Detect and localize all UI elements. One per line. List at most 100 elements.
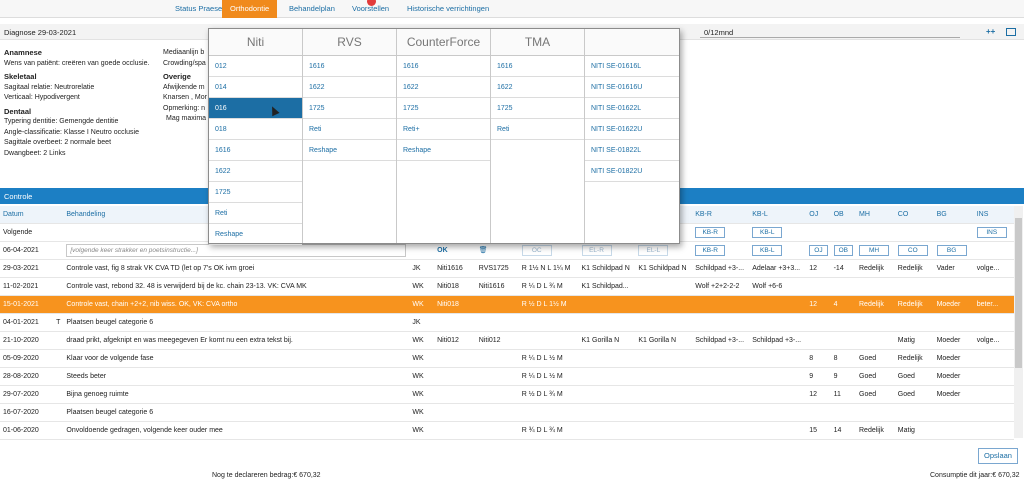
wire-option[interactable]: NITI SE-01822L xyxy=(585,140,679,161)
tab-behandelplan[interactable]: Behandelplan xyxy=(281,0,343,18)
tab-orthodontie[interactable]: Orthodontie xyxy=(222,0,278,18)
table-row[interactable]: 05-09-2020 Klaar voor de volgende fase WK R… xyxy=(0,349,1014,368)
cell-x1 xyxy=(692,403,750,422)
wire-option[interactable]: NITI SE-01616L xyxy=(585,56,679,77)
wire-option[interactable]: Reti xyxy=(491,119,584,140)
behandeling-input[interactable]: [volgende keer strakker en poetsinstruct… xyxy=(66,243,407,257)
wire-option[interactable]: NITI SE-01622L xyxy=(585,98,679,119)
wire-option[interactable]: 1725 xyxy=(303,98,396,119)
wire-column-header[interactable]: Niti xyxy=(209,29,302,56)
tab-historische-verrichtingen[interactable]: Historische verrichtingen xyxy=(399,0,497,18)
ob-chip[interactable]: OB xyxy=(833,244,853,256)
wire-option[interactable]: 1616 xyxy=(303,56,396,77)
wire-option[interactable]: 1725 xyxy=(491,98,584,119)
wire-option[interactable]: Reti xyxy=(303,119,396,140)
col-header[interactable]: OB xyxy=(830,206,856,224)
table-row[interactable]: 04-01-2021 T Plaatsen beugel categorie 6 JK xyxy=(0,313,1014,332)
wire-option[interactable]: 012 xyxy=(209,56,302,77)
wire-column-header[interactable]: CounterForce xyxy=(397,29,490,56)
table-scrollbar[interactable] xyxy=(1014,206,1023,438)
wire-option[interactable]: Reshape xyxy=(303,140,396,161)
wire-option[interactable]: Reti+ xyxy=(397,119,490,140)
wire-option[interactable]: 1616 xyxy=(397,56,490,77)
oj-chip[interactable]: OJ xyxy=(809,244,828,256)
cell-b1: Niti018 xyxy=(434,295,476,314)
wire-column-header[interactable]: RVS xyxy=(303,29,396,56)
window-icon[interactable] xyxy=(1006,28,1016,36)
kb-r-chip[interactable]: KB-R xyxy=(695,244,726,256)
col-header[interactable]: Datum xyxy=(0,206,54,224)
save-button[interactable]: Opslaan xyxy=(978,448,1018,464)
cell-date: 05-09-2020 xyxy=(0,349,54,368)
cell-b1 xyxy=(434,349,476,368)
wire-option[interactable]: Reti xyxy=(209,203,302,224)
cell-mh: Redelijk xyxy=(856,421,895,440)
cell-bg xyxy=(933,277,974,296)
table-row[interactable]: 21-10-2020 draad prikt, afgeknipt en was … xyxy=(0,331,1014,350)
el-l-chip[interactable]: EL-L xyxy=(638,244,669,256)
wire-option[interactable]: 1616 xyxy=(491,56,584,77)
wire-option[interactable]: NITI SE-01616U xyxy=(585,77,679,98)
bg-chip[interactable]: BG xyxy=(936,244,967,256)
cell-by: JK xyxy=(409,313,435,332)
oc-chip[interactable]: OC xyxy=(521,244,552,256)
wire-option[interactable]: 1725 xyxy=(397,98,490,119)
col-header[interactable]: KB-L xyxy=(749,206,807,224)
wire-option[interactable]: NITI SE-01822U xyxy=(585,161,679,182)
co-chip[interactable]: CO xyxy=(897,244,928,256)
cell-date: 01-06-2020 xyxy=(0,421,54,440)
col-header[interactable]: CO xyxy=(894,206,934,224)
mh-chip[interactable]: MH xyxy=(859,244,889,256)
detail-line: Mag maxima xyxy=(166,115,207,122)
wire-option[interactable]: 1622 xyxy=(303,77,396,98)
cell-kbr xyxy=(578,313,636,332)
cell-elastic: R ¼ D L ½ M xyxy=(518,367,579,386)
wire-option[interactable]: 018 xyxy=(209,119,302,140)
cell-x1: Schildpad +3-... xyxy=(692,331,750,350)
detail-line: Knarsen , Mor xyxy=(163,94,207,101)
wire-column-header[interactable] xyxy=(585,29,679,56)
el-r-chip[interactable]: EL-R xyxy=(581,244,612,256)
wire-column: CounterForce 1616 1622 1725 Reti+ Reshape xyxy=(397,29,491,243)
table-row[interactable]: 28-08-2020 Steeds beter WK R ¼ D L ½ M 9 9 Goe… xyxy=(0,367,1014,386)
wire-option[interactable]: 1622 xyxy=(209,161,302,182)
cell-by: WK xyxy=(409,403,435,422)
wire-option[interactable]: 1616 xyxy=(209,140,302,161)
scrollbar-thumb[interactable] xyxy=(1015,218,1022,368)
col-header[interactable]: INS xyxy=(973,206,1014,224)
trash-icon[interactable]: 🗑 xyxy=(479,247,488,254)
wire-option[interactable]: 1725 xyxy=(209,182,302,203)
cell-co: Goed xyxy=(894,367,934,386)
cell-x1: Wolf +2+2-2-2 xyxy=(692,277,750,296)
cell-by: WK xyxy=(409,277,435,296)
cell-oj: 12 xyxy=(806,385,831,404)
table-row[interactable]: 15-01-2021 Controle vast, chain +2+2, nib… xyxy=(0,295,1014,314)
input-date[interactable]: 06-04-2021 xyxy=(0,241,54,260)
kb-l-chip[interactable]: KB-L xyxy=(752,244,783,256)
cell-x2 xyxy=(749,313,807,332)
wire-option[interactable]: Reshape xyxy=(209,224,302,245)
table-row[interactable]: 11-02-2021 Controle vast, rebond 32. 48 i… xyxy=(0,277,1014,296)
wire-column-header[interactable]: TMA xyxy=(491,29,584,56)
table-row[interactable]: 01-06-2020 Onvoldoende gedragen, volgende… xyxy=(0,421,1014,440)
table-row[interactable]: 29-07-2020 Bijna genoeg ruimte WK R ½ D L ¾… xyxy=(0,385,1014,404)
col-header[interactable]: KB-R xyxy=(692,206,750,224)
cell-x1 xyxy=(692,313,750,332)
cell-oj xyxy=(806,277,831,296)
wire-option[interactable]: 016 xyxy=(209,98,302,119)
table-row[interactable]: 16-07-2020 Plaatsen beugel categorie 6 WK xyxy=(0,403,1014,422)
kb-l-chip[interactable]: KB-L xyxy=(752,226,783,238)
wire-option[interactable]: Reshape xyxy=(397,140,490,161)
wire-option[interactable]: 1622 xyxy=(491,77,584,98)
wire-option[interactable]: 014 xyxy=(209,77,302,98)
wire-option[interactable]: NITI SE-01622U xyxy=(585,119,679,140)
table-row[interactable]: 29-03-2021 Controle vast, fig 8 strak VK … xyxy=(0,259,1014,278)
expand-button[interactable]: ++ xyxy=(986,27,995,36)
col-header[interactable]: OJ xyxy=(806,206,831,224)
ins-chip[interactable]: INS xyxy=(976,226,1007,238)
col-header[interactable]: BG xyxy=(933,206,974,224)
col-header[interactable]: MH xyxy=(856,206,895,224)
kb-r-chip[interactable]: KB-R xyxy=(695,226,726,238)
cell-b1 xyxy=(434,385,476,404)
wire-option[interactable]: 1622 xyxy=(397,77,490,98)
